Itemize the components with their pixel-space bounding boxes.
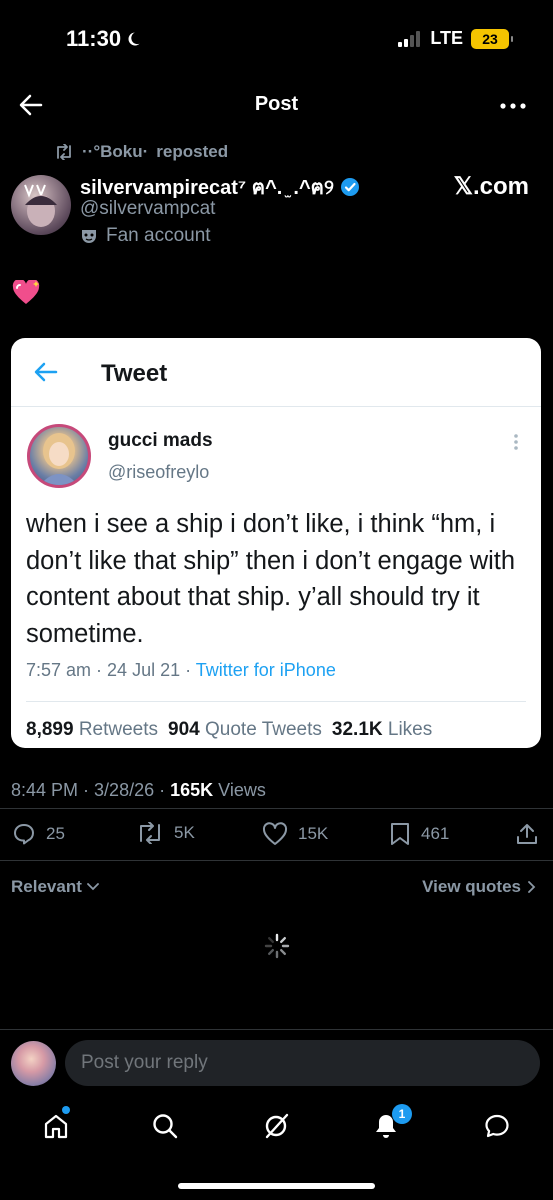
bookmark-icon [389,822,411,846]
card-likes-label: Likes [387,719,433,740]
grok-icon [262,1112,290,1140]
repost-count: 5K [174,823,195,842]
current-user-avatar[interactable] [11,1041,56,1086]
post-time: 8:44 PM [11,780,79,800]
battery-indicator: 23 [471,28,513,49]
card-back-arrow-icon [33,360,59,384]
grok-tab[interactable] [258,1108,294,1144]
card-tweet-text: when i see a ship i don’t like, i think … [26,510,516,648]
views-count: 165K [170,780,214,800]
bookmark-count: 461 [421,824,450,843]
relevant-label: Relevant [11,877,82,896]
post-timestamp: 8:44 PM · 3/28/26 · 165K Views [11,780,266,800]
card-timestamp: 7:57 am · 24 Jul 21 · Twitter for iPhone [26,660,336,680]
home-icon [42,1112,70,1140]
verified-badge-icon [340,177,360,197]
card-time: 7:57 am [26,660,92,680]
share-icon [515,822,539,846]
divider [0,808,553,809]
repost-user: ··°Boku· [82,142,149,161]
like-button[interactable]: 15K [262,822,328,846]
card-stats: 8,899 Retweets 904 Quote Tweets 32.1K Li… [26,719,432,741]
repost-button[interactable]: 5K [136,822,195,844]
bookmark-button[interactable]: 461 [389,822,449,846]
chevron-right-icon [527,880,537,894]
author-avatar[interactable] [11,175,71,235]
card-divider [11,406,541,407]
view-quotes-label: View quotes [422,877,521,896]
repost-context[interactable]: ··°Boku· reposted [54,142,228,162]
status-time: 11:30 [66,26,141,52]
moon-icon [125,31,141,47]
like-icon [262,822,288,846]
mask-icon [80,227,98,245]
home-tab[interactable] [38,1108,74,1144]
card-author-handle: @riseofreylo [108,462,210,482]
notifications-badge: 1 [392,1104,412,1124]
more-icon[interactable] [500,103,526,109]
card-author-name: gucci mads [108,430,213,451]
status-time-text: 11:30 [66,26,122,51]
share-button[interactable] [515,822,539,846]
search-icon [151,1112,179,1140]
reply-input[interactable] [65,1040,540,1086]
views-label[interactable]: Views [218,780,266,800]
search-tab[interactable] [147,1108,183,1144]
view-quotes-link[interactable]: View quotes [422,877,537,897]
card-header-title: Tweet [101,360,168,387]
repost-suffix: reposted [156,142,229,161]
network-label: LTE [430,28,463,48]
reply-icon [12,822,36,846]
loading-spinner-icon [264,933,290,959]
messages-tab[interactable] [479,1108,515,1144]
repost-icon [54,144,74,160]
card-quotes-count: 904 [168,719,200,740]
signal-icon [398,30,422,47]
card-client: Twitter for iPhone [195,660,336,680]
author-label: Fan account [80,225,211,247]
card-quotes-label: Quote Tweets [205,719,322,740]
relevant-filter[interactable]: Relevant [11,877,100,897]
divider [0,860,553,861]
status-indicators: LTE 23 [398,28,513,49]
chevron-down-icon [86,882,100,892]
messages-icon [483,1112,511,1140]
card-likes-count: 32.1K [331,719,383,740]
page-title: Post [254,93,299,115]
home-notification-dot [62,1106,70,1114]
card-retweets-label: Retweets [78,719,159,740]
divider [0,1029,553,1030]
like-count: 15K [298,824,329,843]
card-divider-stats [26,701,526,702]
card-avatar [27,424,91,488]
x-watermark: 𝕏.com [453,173,529,200]
card-retweets-count: 8,899 [26,719,74,740]
card-more-icon [513,433,519,451]
repost-action-icon [136,822,164,844]
card-date: 24 Jul 21 [107,660,181,680]
author-label-text: Fan account [106,225,211,246]
sparkling-heart-icon: 💖 [12,280,40,306]
embedded-tweet-screenshot[interactable]: Tweet gucci mads @riseofreylo when i see… [11,338,541,748]
post-date: 3/28/26 [94,780,155,800]
reply-button[interactable]: 25 [12,822,65,846]
reply-count: 25 [46,824,65,843]
author-handle[interactable]: @silvervampcat [80,198,215,220]
home-indicator[interactable] [178,1183,375,1189]
